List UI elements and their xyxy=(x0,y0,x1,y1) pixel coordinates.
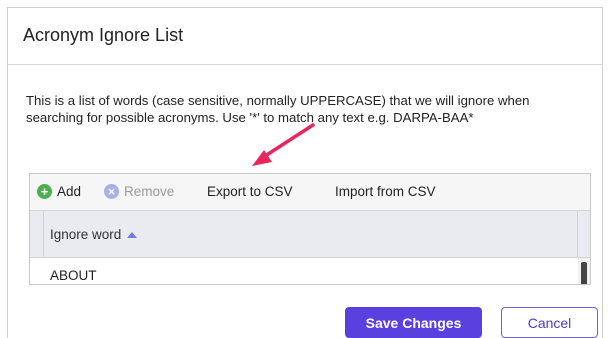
annotation-arrow xyxy=(252,123,315,166)
annotation-arrow-shaft xyxy=(260,123,315,160)
